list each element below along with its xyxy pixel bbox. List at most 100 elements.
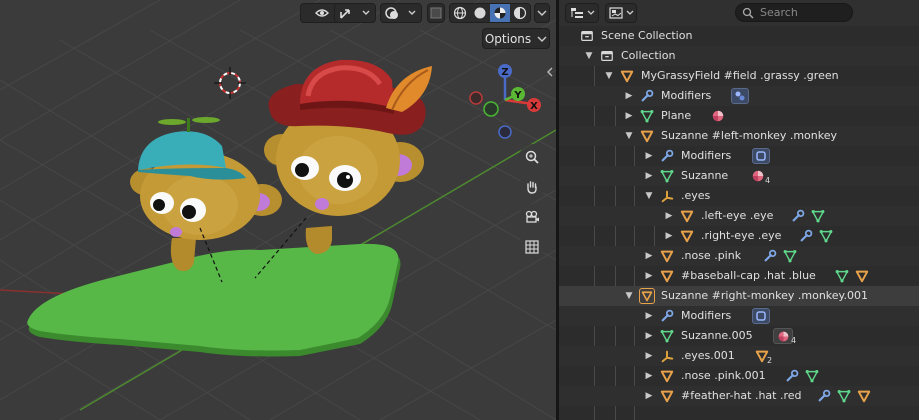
- gizmo-dropdown[interactable]: [334, 3, 376, 23]
- rendered-shading-button[interactable]: [510, 4, 530, 22]
- mesh-icon[interactable]: [805, 369, 819, 383]
- tree-row-right-mesh[interactable]: ▶ Suzanne.005 4: [559, 326, 919, 346]
- tree-row-grassy-field[interactable]: ▼ MyGrassyField #field .grassy .green: [559, 66, 919, 86]
- scene-collection-icon: [579, 26, 595, 46]
- modifier-badge[interactable]: [752, 308, 770, 324]
- outliner-header: Search: [559, 0, 919, 26]
- mesh-icon[interactable]: [835, 269, 849, 283]
- gizmo-y-label: Y: [513, 90, 522, 101]
- overlays-dropdown[interactable]: [380, 3, 422, 23]
- expand-arrow-icon[interactable]: ▶: [643, 266, 655, 286]
- mesh-icon: [659, 166, 675, 186]
- mesh-icon[interactable]: [811, 209, 825, 223]
- camera-view-button[interactable]: [519, 204, 545, 230]
- expand-arrow-icon[interactable]: ▶: [663, 226, 675, 246]
- expand-arrow-icon[interactable]: ▶: [643, 326, 655, 346]
- grassy-field-label: MyGrassyField #field .grassy .green: [641, 69, 839, 82]
- wrench-icon[interactable]: [799, 229, 813, 243]
- chevron-down-icon: [537, 36, 547, 42]
- 3d-viewport[interactable]: Z X Y Options: [0, 0, 556, 420]
- tree-row-scene-collection[interactable]: Scene Collection: [559, 26, 919, 46]
- material-icon[interactable]: [751, 169, 765, 183]
- wrench-icon[interactable]: [785, 369, 799, 383]
- right-modifiers-label: Modifiers: [681, 309, 732, 322]
- tree-row-right-eye[interactable]: ▶ .right-eye .eye: [559, 226, 919, 246]
- plane-label: Plane: [661, 109, 692, 122]
- overlays-icon: [385, 7, 416, 19]
- expand-arrow-icon[interactable]: ▶: [643, 146, 655, 166]
- tree-row-left-modifiers[interactable]: ▶ Modifiers: [559, 146, 919, 166]
- viewport-scene[interactable]: Z X Y: [0, 0, 556, 420]
- object-icon[interactable]: [855, 269, 869, 283]
- object-icon: [639, 286, 655, 306]
- rendered-sphere-icon: [513, 6, 527, 20]
- mesh-icon: [639, 106, 655, 126]
- wrench-icon[interactable]: [791, 209, 805, 223]
- hand-icon: [527, 181, 537, 194]
- expand-arrow-icon[interactable]: ▶: [643, 166, 655, 186]
- mesh-icon[interactable]: [783, 249, 797, 263]
- sidebar-toggle[interactable]: [546, 67, 554, 80]
- expand-arrow-icon[interactable]: ▶: [663, 206, 675, 226]
- material-icon[interactable]: [711, 109, 725, 123]
- right-nose-label: .nose .pink.001: [681, 369, 766, 382]
- tree-row-right-eyes[interactable]: ▶ .eyes.001 2: [559, 346, 919, 366]
- modifier-badge[interactable]: [752, 148, 770, 164]
- wireframe-shading-button[interactable]: [450, 4, 470, 22]
- object-icon: [619, 66, 635, 86]
- expand-arrow-icon[interactable]: ▶: [623, 86, 635, 106]
- mesh-icon[interactable]: [819, 229, 833, 243]
- outliner-icon: [570, 8, 583, 18]
- object-icon[interactable]: [857, 389, 871, 403]
- collapse-arrow-icon[interactable]: ▼: [583, 46, 595, 66]
- feather-hat-label: #feather-hat .hat .red: [681, 389, 802, 402]
- chevron-down-icon: [537, 10, 547, 16]
- tree-row-feather-hat[interactable]: ▶ #feather-hat .hat .red: [559, 386, 919, 406]
- tree-row-left-eye[interactable]: ▶ .left-eye .eye: [559, 206, 919, 226]
- tree-row-field-modifiers[interactable]: ▶ Modifiers: [559, 86, 919, 106]
- collapse-arrow-icon[interactable]: ▼: [623, 286, 635, 306]
- options-dropdown[interactable]: Options: [482, 28, 550, 49]
- collapse-arrow-icon[interactable]: ▼: [603, 66, 615, 86]
- tree-row-plane[interactable]: ▶ Plane: [559, 106, 919, 126]
- tree-row-left-nose[interactable]: ▶ .nose .pink: [559, 246, 919, 266]
- tree-row-left-mesh[interactable]: ▶ Suzanne 4: [559, 166, 919, 186]
- left-eye-label: .left-eye .eye: [701, 209, 774, 222]
- collapse-arrow-icon[interactable]: ▼: [623, 126, 635, 146]
- left-mesh-label: Suzanne: [681, 169, 729, 182]
- collapse-arrow-icon[interactable]: ▼: [643, 186, 655, 206]
- tree-row-left-eyes[interactable]: ▼ .eyes: [559, 186, 919, 206]
- xray-icon: [430, 7, 442, 19]
- object-icon: [659, 366, 675, 386]
- zoom-button[interactable]: [519, 144, 545, 170]
- ortho-toggle-button[interactable]: [519, 234, 545, 260]
- shading-dropdown[interactable]: [534, 3, 550, 23]
- tree-row-right-modifiers[interactable]: ▶ Modifiers: [559, 306, 919, 326]
- filter-dropdown[interactable]: [605, 3, 637, 23]
- tree-row-baseball-cap[interactable]: ▶ #baseball-cap .hat .blue: [559, 266, 919, 286]
- display-mode-dropdown[interactable]: [565, 3, 599, 23]
- tree-row-right-monkey[interactable]: ▼ Suzanne #right-monkey .monkey.001: [559, 286, 919, 306]
- tree-row-left-monkey[interactable]: ▼ Suzanne #left-monkey .monkey: [559, 126, 919, 146]
- pan-button[interactable]: [519, 174, 545, 200]
- scene-collection-label: Scene Collection: [601, 29, 693, 42]
- chevron-left-icon: [547, 67, 553, 77]
- material-badge[interactable]: [773, 328, 793, 344]
- solid-shading-button[interactable]: [470, 4, 490, 22]
- tree-row-collection[interactable]: ▼ Collection: [559, 46, 919, 66]
- mesh-icon[interactable]: [837, 389, 851, 403]
- expand-arrow-icon[interactable]: ▶: [643, 366, 655, 386]
- wrench-icon[interactable]: [763, 249, 777, 263]
- tree-row-right-nose[interactable]: ▶ .nose .pink.001: [559, 366, 919, 386]
- expand-arrow-icon[interactable]: ▶: [643, 306, 655, 326]
- material-preview-button[interactable]: [490, 4, 510, 22]
- expand-arrow-icon[interactable]: ▶: [643, 346, 655, 366]
- expand-arrow-icon[interactable]: ▶: [643, 386, 655, 406]
- xray-toggle[interactable]: [427, 3, 445, 23]
- modifier-badge[interactable]: [731, 88, 749, 104]
- subdivision-modifier-icon: [756, 311, 766, 321]
- search-field[interactable]: Search: [735, 3, 853, 22]
- expand-arrow-icon[interactable]: ▶: [623, 106, 635, 126]
- expand-arrow-icon[interactable]: ▶: [643, 246, 655, 266]
- wrench-icon[interactable]: [817, 389, 831, 403]
